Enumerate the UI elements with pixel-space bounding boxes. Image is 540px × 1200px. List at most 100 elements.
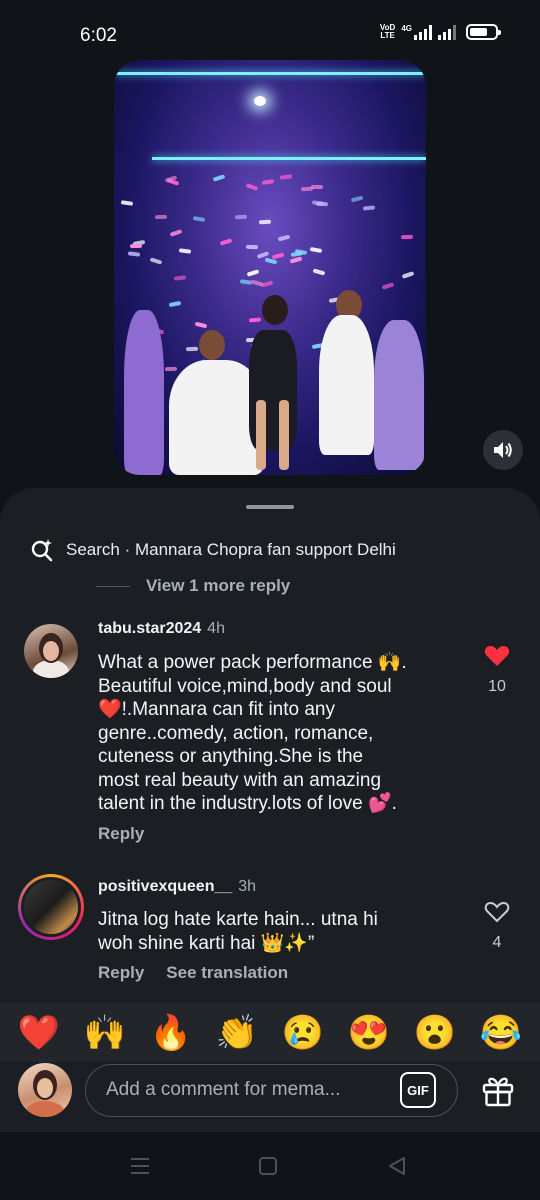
- comment-username[interactable]: positivexqueen__ 3h: [98, 878, 256, 896]
- singer-head: [262, 295, 288, 325]
- status-indicators: VoD LTE 4G: [379, 23, 501, 40]
- back-icon[interactable]: [387, 1156, 407, 1176]
- confetti-streak: [381, 282, 395, 290]
- confetti-streak: [120, 200, 134, 206]
- comment-time: 4h: [207, 620, 225, 637]
- like-count: 10: [488, 678, 506, 695]
- avatar[interactable]: [24, 624, 78, 678]
- reaction-laughing[interactable]: 😂: [475, 1013, 527, 1053]
- network-type: 4G: [401, 24, 412, 33]
- heart-filled-icon[interactable]: [484, 644, 510, 668]
- confetti-streak: [194, 321, 208, 329]
- drag-handle[interactable]: [246, 505, 294, 509]
- speaker-icon: [494, 442, 512, 458]
- spotlight: [254, 96, 266, 106]
- confetti-streak: [129, 243, 143, 249]
- like-control[interactable]: 10: [484, 644, 510, 696]
- confetti-streak: [400, 234, 414, 240]
- comment-text: What a power pack performance 🙌. Beautif…: [98, 652, 407, 814]
- confetti-streak: [149, 257, 163, 265]
- reaction-heart-eyes[interactable]: 😍: [343, 1013, 395, 1053]
- volte-indicator: VoD LTE: [379, 23, 396, 40]
- confetti-streak: [246, 269, 260, 277]
- comment-username[interactable]: tabu.star2024 4h: [98, 620, 225, 638]
- like-control[interactable]: 4: [484, 900, 510, 952]
- heart-outline-icon[interactable]: [484, 900, 510, 924]
- avatar-with-story-ring[interactable]: [18, 874, 84, 940]
- confetti-streak: [401, 271, 415, 279]
- gift-icon: [482, 1077, 514, 1107]
- confetti-streak: [311, 200, 325, 206]
- confetti-streak: [219, 238, 233, 246]
- stage-light-top: [114, 72, 426, 75]
- search-sparkle-icon: [31, 539, 53, 562]
- quick-reactions-bar: ❤️ 🙌 🔥 👏 😢 😍 😮 😂: [0, 1002, 540, 1064]
- video-player[interactable]: [114, 60, 426, 475]
- confetti-streak: [169, 229, 183, 237]
- confetti-streak: [154, 214, 168, 220]
- search-suggestion[interactable]: Search · Mannara Chopra fan support Delh…: [30, 538, 396, 562]
- dancer-head: [199, 330, 225, 360]
- reaction-crying[interactable]: 😢: [277, 1013, 329, 1053]
- divider-line: [96, 585, 130, 587]
- background-dancer-left: [124, 310, 164, 475]
- current-user-avatar: [18, 1063, 72, 1117]
- background-dancer-right: [374, 320, 424, 470]
- view-more-replies[interactable]: View 1 more reply: [96, 576, 290, 596]
- like-count: 4: [492, 934, 502, 951]
- confetti-streak: [245, 244, 259, 250]
- battery-icon: [466, 24, 501, 40]
- see-translation-button[interactable]: See translation: [166, 963, 288, 983]
- reaction-fire[interactable]: 🔥: [145, 1013, 197, 1053]
- comment-text: Jitna log hate karte hain... utna hi woh…: [98, 909, 378, 954]
- view-more-replies-label: View 1 more reply: [146, 576, 291, 595]
- status-bar: 6:02 VoD LTE 4G: [0, 0, 540, 60]
- confetti-streak: [300, 186, 314, 192]
- confetti-streak: [250, 279, 264, 287]
- recent-apps-icon[interactable]: [130, 1156, 150, 1176]
- confetti-streak: [350, 195, 364, 203]
- confetti-streak: [277, 234, 291, 242]
- reply-button[interactable]: Reply: [98, 963, 144, 983]
- reaction-heart[interactable]: ❤️: [13, 1013, 65, 1053]
- confetti-streak: [245, 183, 259, 191]
- reply-button[interactable]: Reply: [98, 824, 144, 844]
- confetti-streak: [185, 346, 199, 352]
- home-icon[interactable]: [258, 1156, 278, 1176]
- confetti-streak: [234, 214, 248, 220]
- confetti-streak: [127, 251, 141, 257]
- signal-bars-icon: [414, 24, 432, 40]
- status-time: 6:02: [80, 25, 117, 46]
- avatar-portrait: [33, 633, 69, 678]
- confetti-streak: [279, 174, 293, 180]
- confetti-streak: [312, 268, 326, 276]
- gift-button[interactable]: [480, 1072, 516, 1108]
- reaction-raising-hands[interactable]: 🙌: [79, 1013, 131, 1053]
- comment-actions: Reply: [98, 824, 144, 844]
- current-user-portrait: [25, 1070, 65, 1117]
- dancer-white-suit-right: [319, 315, 374, 455]
- battery-fill: [470, 28, 487, 36]
- confetti-streak: [178, 248, 192, 254]
- sound-toggle-button[interactable]: [483, 430, 523, 470]
- gif-button[interactable]: GIF: [400, 1072, 436, 1108]
- confetti-streak: [271, 252, 285, 260]
- confetti-streak: [248, 317, 262, 323]
- confetti-streak: [309, 246, 323, 254]
- confetti-streak: [261, 179, 275, 185]
- confetti-streak: [164, 366, 178, 372]
- reaction-surprised[interactable]: 😮: [409, 1013, 461, 1053]
- confetti-streak: [192, 215, 206, 223]
- confetti-streak: [362, 205, 376, 211]
- comment-actions: Reply See translation: [98, 963, 288, 983]
- search-suggestion-label: Search · Mannara Chopra fan support Delh…: [66, 540, 396, 559]
- reaction-clap[interactable]: 👏: [211, 1013, 263, 1053]
- confetti-streak: [173, 275, 187, 281]
- singer-leg: [256, 400, 266, 470]
- confetti-streak: [168, 300, 182, 308]
- comment-time: 3h: [238, 878, 257, 895]
- confetti-streak: [289, 256, 303, 264]
- singer-leg-2: [279, 400, 289, 470]
- comment-input-placeholder: Add a comment for mema...: [106, 1079, 341, 1100]
- stage-light-mid: [152, 157, 426, 160]
